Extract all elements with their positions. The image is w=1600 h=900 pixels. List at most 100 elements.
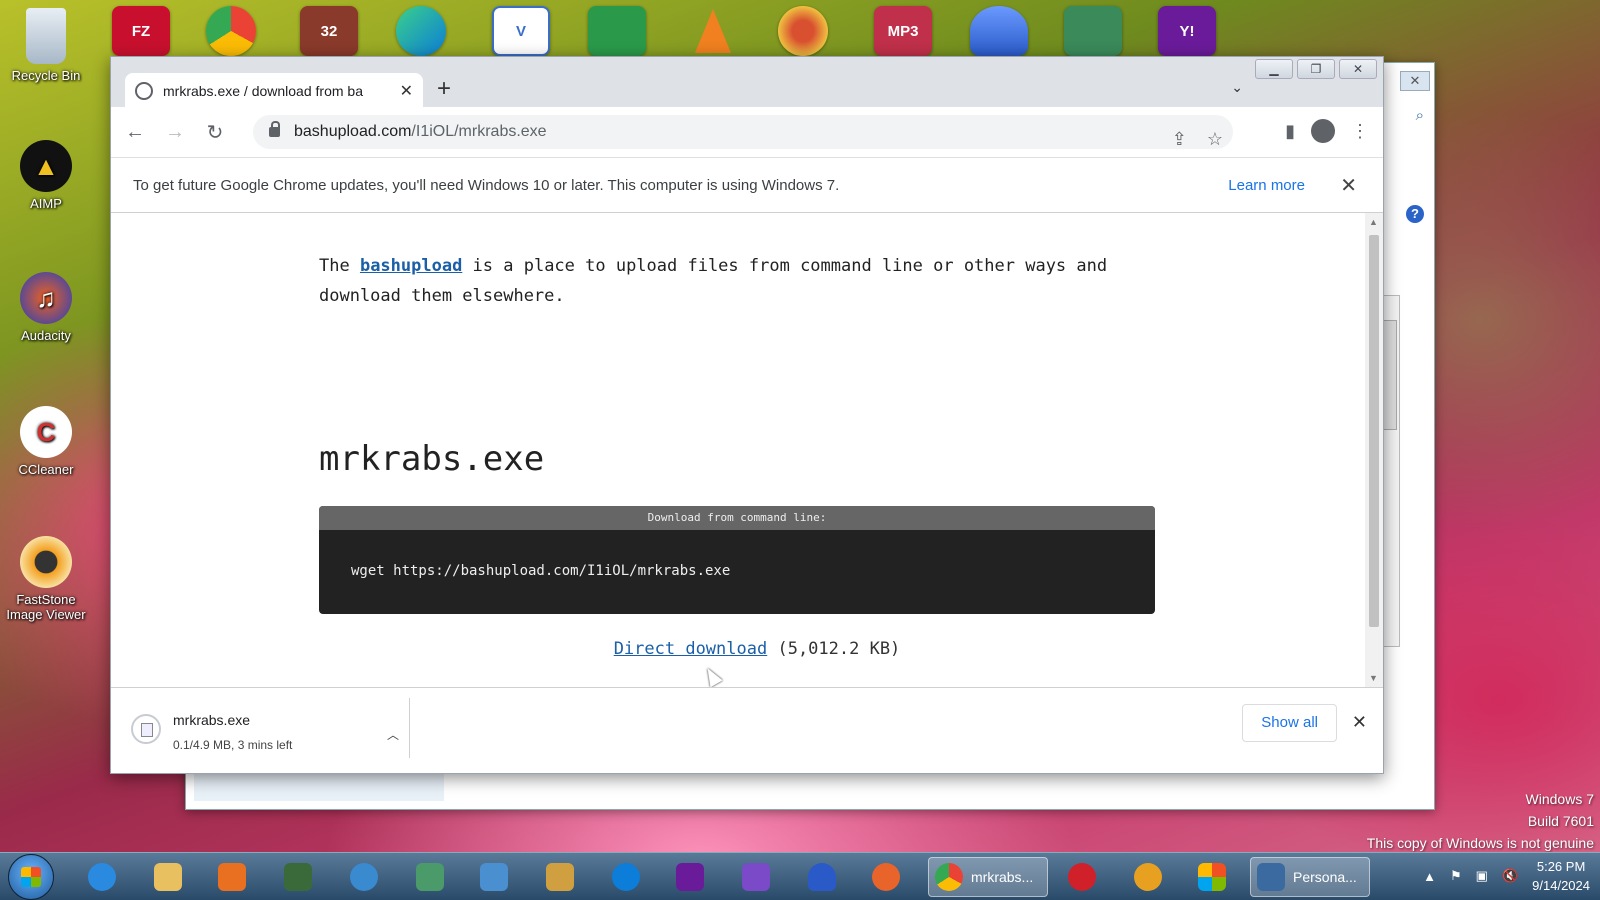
url-path: /I1iOL/mrkrabs.exe bbox=[411, 123, 547, 140]
close-icon[interactable]: ✕ bbox=[1400, 71, 1430, 91]
paint-icon[interactable] bbox=[534, 857, 586, 897]
sun-icon[interactable] bbox=[778, 6, 828, 56]
desktop-icon-audacity[interactable]: ♫ Audacity bbox=[1, 272, 91, 343]
browser-toolbar: ← → ↻ bashupload.com/I1iOL/mrkrabs.exe ⇪… bbox=[111, 107, 1383, 157]
flame-icon[interactable] bbox=[970, 6, 1028, 56]
back-button[interactable]: ← bbox=[119, 121, 151, 144]
globe-icon[interactable] bbox=[338, 857, 390, 897]
side-panel-icon[interactable]: ▮ bbox=[1285, 121, 1295, 142]
taskbar-personalize-label: Persona... bbox=[1293, 869, 1357, 885]
opera-icon[interactable] bbox=[1056, 857, 1108, 897]
media-player-icon[interactable] bbox=[206, 857, 258, 897]
file-size: (5,012.2 KB) bbox=[777, 639, 901, 659]
tab-search-icon[interactable]: ⌄ bbox=[1231, 79, 1243, 96]
start-button[interactable] bbox=[8, 853, 54, 900]
profile-avatar[interactable] bbox=[1311, 119, 1335, 143]
desktop-icon-recycle-bin[interactable]: Recycle Bin bbox=[1, 8, 91, 83]
internet-explorer-icon[interactable] bbox=[76, 857, 128, 897]
faststone-icon bbox=[20, 536, 72, 588]
edge-icon[interactable] bbox=[396, 6, 446, 56]
direct-download-link[interactable]: Direct download bbox=[614, 639, 768, 659]
reload-button[interactable]: ↻ bbox=[199, 120, 231, 145]
bird-icon[interactable] bbox=[588, 6, 646, 56]
tab-active[interactable]: mrkrabs.exe / download from ba ✕ bbox=[125, 73, 423, 109]
infobar-message: To get future Google Chrome updates, you… bbox=[133, 176, 840, 194]
page-scrollbar[interactable]: ▲ ▼ bbox=[1365, 213, 1383, 687]
tray-expand-icon[interactable]: ▲ bbox=[1423, 869, 1436, 884]
taskbar-chrome-active[interactable]: mrkrabs... bbox=[928, 857, 1048, 897]
terminal-icon[interactable] bbox=[272, 857, 324, 897]
help-icon[interactable]: ? bbox=[1406, 205, 1424, 223]
desktop-icon-faststone[interactable]: FastStone Image Viewer bbox=[1, 536, 91, 622]
downloads-close-icon[interactable]: ✕ bbox=[1352, 712, 1367, 733]
yahoo-messenger-icon[interactable] bbox=[664, 857, 716, 897]
download-line: Direct download (5,012.2 KB) bbox=[111, 639, 1383, 659]
taskbar-personalize-active[interactable]: Persona... bbox=[1250, 857, 1370, 897]
flame-icon[interactable] bbox=[796, 857, 848, 897]
search-icon[interactable]: ⌕ bbox=[1416, 107, 1424, 124]
share-icon[interactable]: ⇪ bbox=[1172, 129, 1187, 150]
command-text[interactable]: wget https://bashupload.com/I1iOL/mrkrab… bbox=[351, 563, 730, 579]
command-box-header: Download from command line: bbox=[319, 506, 1155, 530]
tab-close-icon[interactable]: ✕ bbox=[400, 81, 413, 101]
omnibox-actions: ⇪ ☆ bbox=[1172, 129, 1223, 150]
desktop-icon-ccleaner[interactable]: C CCleaner bbox=[1, 406, 91, 477]
system-tray: ▲ ⚑ ▣ 🔇 5:26 PM 9/14/2024 bbox=[1423, 857, 1590, 895]
new-tab-button[interactable]: + bbox=[437, 75, 451, 103]
firefox-icon[interactable] bbox=[860, 857, 912, 897]
notepad-icon[interactable] bbox=[404, 857, 456, 897]
game-icon[interactable]: 32 bbox=[300, 6, 358, 56]
scroll-down-icon[interactable]: ▼ bbox=[1369, 673, 1378, 683]
desktop-icon-label: AIMP bbox=[30, 196, 62, 211]
update-infobar: To get future Google Chrome updates, you… bbox=[111, 157, 1383, 213]
scrollbar-thumb[interactable] bbox=[1383, 320, 1397, 430]
globe-icon bbox=[135, 82, 153, 100]
circle-icon[interactable] bbox=[1122, 857, 1174, 897]
file-progress-icon bbox=[131, 714, 161, 744]
network-icon[interactable]: ▣ bbox=[1476, 868, 1488, 884]
windows-logo-icon[interactable] bbox=[1186, 857, 1238, 897]
desktop-icon-aimp[interactable]: ▲ AIMP bbox=[1, 140, 91, 211]
desktop-icon-label: Recycle Bin bbox=[11, 68, 81, 83]
mp3-icon[interactable]: MP3 bbox=[874, 6, 932, 56]
ccleaner-icon: C bbox=[20, 406, 72, 458]
scrollbar-thumb[interactable] bbox=[1369, 235, 1379, 627]
forward-button[interactable]: → bbox=[159, 121, 191, 144]
menu-kebab-icon[interactable]: ⋮ bbox=[1351, 121, 1369, 142]
edge-icon[interactable] bbox=[600, 857, 652, 897]
action-center-flag-icon[interactable]: ⚑ bbox=[1450, 868, 1462, 884]
users-icon[interactable] bbox=[468, 857, 520, 897]
vlc-icon[interactable] bbox=[684, 6, 742, 56]
chrome-icon[interactable] bbox=[206, 6, 256, 56]
learn-more-link[interactable]: Learn more bbox=[1228, 177, 1305, 194]
personalize-icon bbox=[1257, 863, 1285, 891]
command-box: Download from command line: wget https:/… bbox=[319, 506, 1155, 614]
audacity-icon: ♫ bbox=[20, 272, 72, 324]
yahoo-messenger-icon[interactable]: Y! bbox=[1158, 6, 1216, 56]
filezilla-icon[interactable]: FZ bbox=[112, 6, 170, 56]
bookmark-star-icon[interactable]: ☆ bbox=[1207, 129, 1223, 150]
infobar-close-icon[interactable]: ✕ bbox=[1340, 173, 1357, 198]
status-strip bbox=[194, 771, 444, 801]
watermark-line: This copy of Windows is not genuine bbox=[1366, 835, 1594, 851]
vnc-icon[interactable]: V bbox=[492, 6, 550, 56]
intro-before: The bbox=[319, 256, 360, 276]
clock[interactable]: 5:26 PM 9/14/2024 bbox=[1532, 857, 1590, 895]
zombie-icon[interactable] bbox=[1064, 6, 1122, 56]
chrome-icon bbox=[935, 863, 963, 891]
show-all-button[interactable]: Show all bbox=[1242, 704, 1337, 742]
aimp-icon: ▲ bbox=[20, 140, 72, 192]
address-bar[interactable]: bashupload.com/I1iOL/mrkrabs.exe ⇪ ☆ bbox=[253, 115, 1233, 149]
bashupload-link[interactable]: bashupload bbox=[360, 256, 462, 276]
tab-strip: mrkrabs.exe / download from ba ✕ + ⌄ bbox=[111, 67, 1383, 109]
download-item[interactable]: mrkrabs.exe 0.1/4.9 MB, 3 mins left ︿ bbox=[131, 698, 399, 758]
volume-muted-icon[interactable]: 🔇 bbox=[1502, 868, 1518, 884]
visual-studio-icon[interactable] bbox=[730, 857, 782, 897]
windows-logo-icon bbox=[21, 866, 41, 887]
scroll-up-icon[interactable]: ▲ bbox=[1369, 217, 1378, 227]
file-explorer-icon[interactable] bbox=[142, 857, 194, 897]
desktop-icon-label: FastStone Image Viewer bbox=[6, 592, 86, 622]
lock-icon[interactable] bbox=[269, 121, 280, 137]
downloads-bar: mrkrabs.exe 0.1/4.9 MB, 3 mins left ︿ Sh… bbox=[111, 687, 1383, 773]
chevron-up-icon[interactable]: ︿ bbox=[387, 726, 399, 743]
